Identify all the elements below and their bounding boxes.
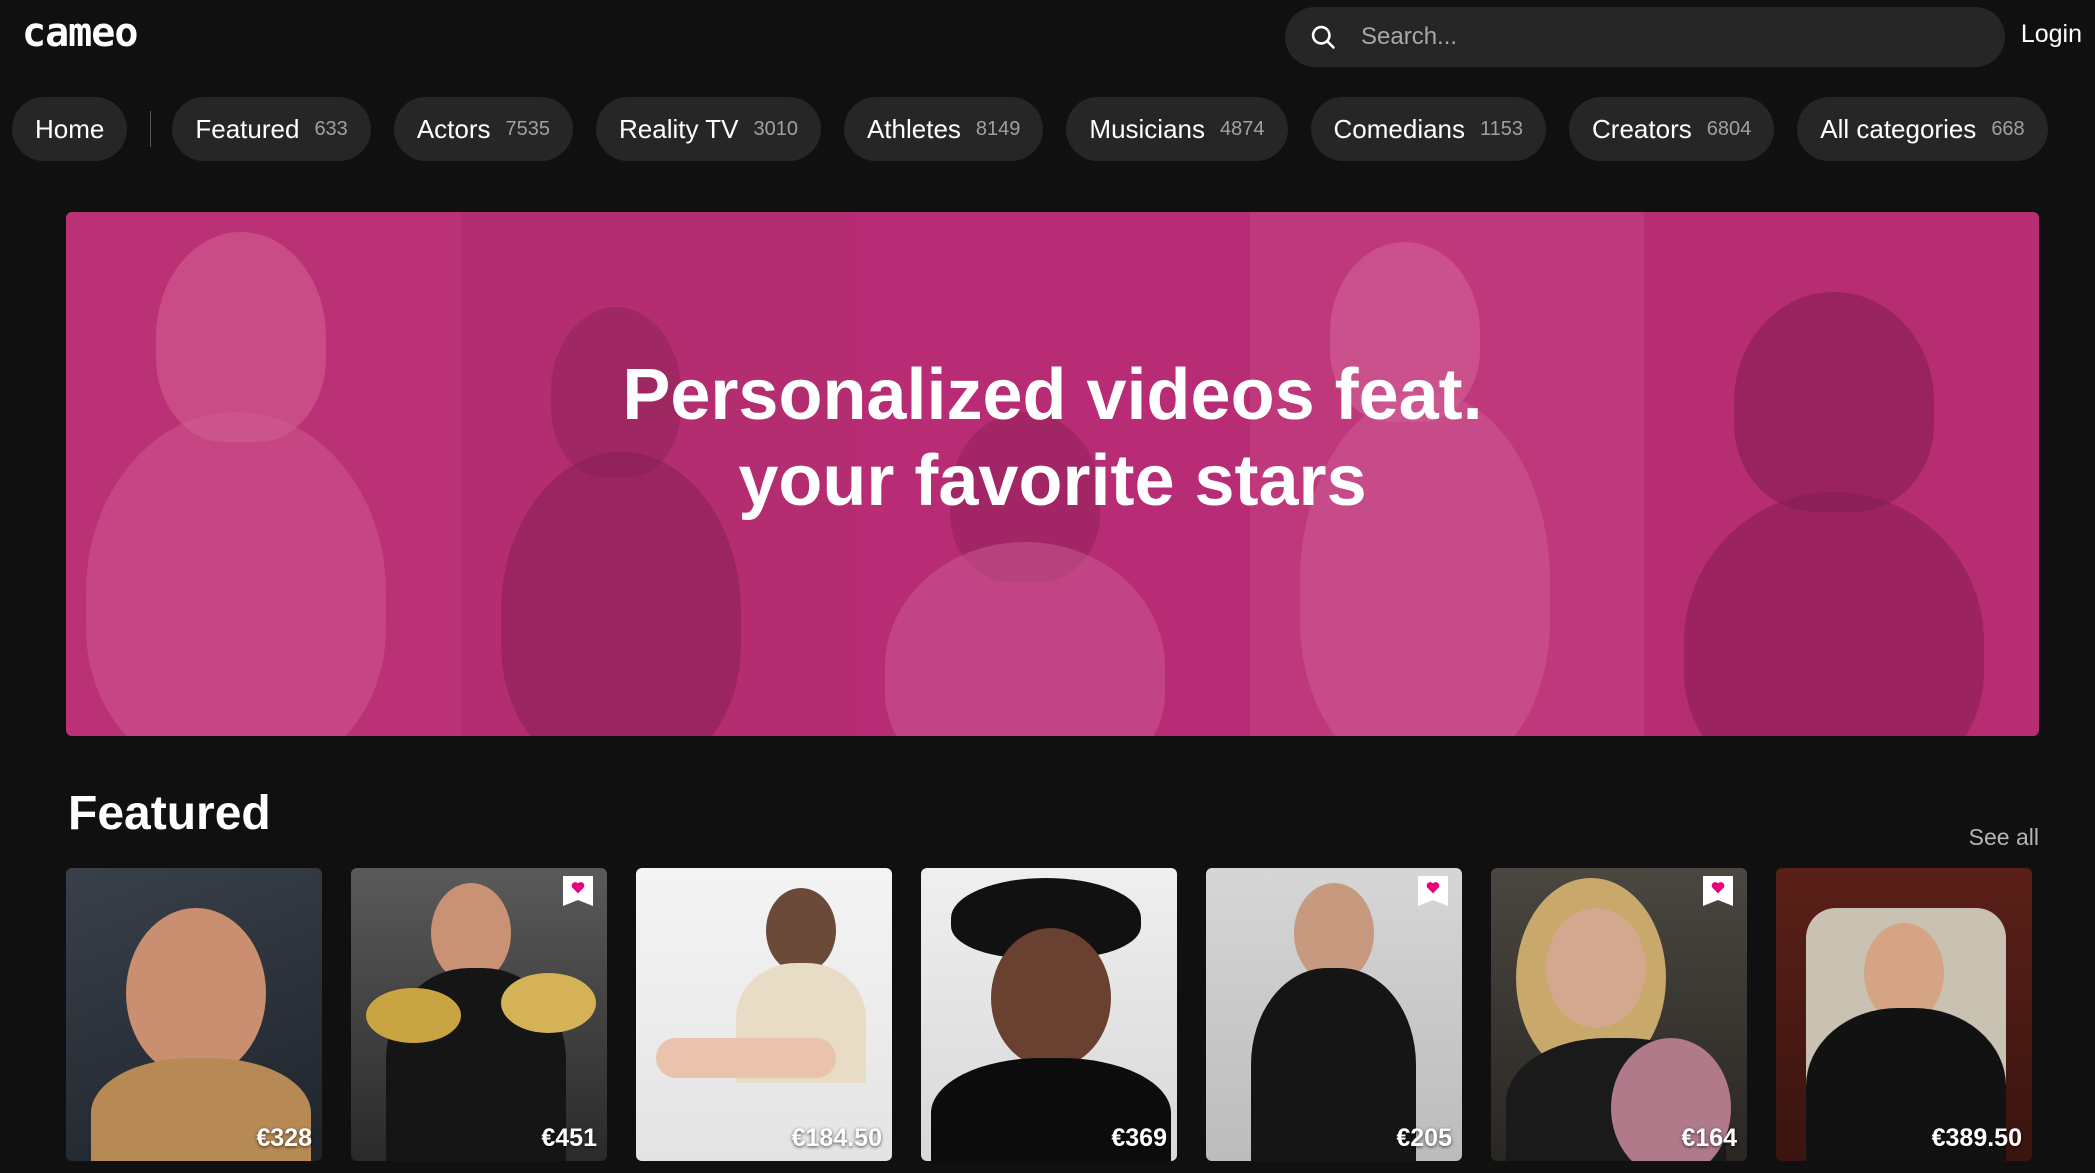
talent-price: €451 (541, 1124, 597, 1152)
category-nav: Home Featured 633 Actors 7535 Reality TV… (12, 97, 2071, 161)
talent-price: €164 (1681, 1124, 1737, 1152)
nav-category-count: 8149 (975, 117, 1021, 140)
nav-home[interactable]: Home (12, 97, 128, 161)
talent-card[interactable]: €389.50 (1776, 868, 2032, 1161)
heart-icon (571, 882, 585, 894)
talent-photo-head (1546, 908, 1646, 1028)
nav-category-label: Comedians (1333, 113, 1466, 144)
nav-category-label: Creators (1592, 113, 1692, 144)
talent-card[interactable]: €328 (66, 868, 322, 1161)
talent-card[interactable]: €164 (1491, 868, 1747, 1161)
talent-card[interactable]: €184.50 (636, 868, 892, 1161)
talent-card[interactable]: €369 (921, 868, 1177, 1161)
nav-category-featured[interactable]: Featured 633 (172, 97, 371, 161)
nav-category-label: Musicians (1089, 113, 1205, 144)
talent-price: €205 (1396, 1124, 1452, 1152)
nav-category-count: 7535 (505, 117, 551, 140)
see-all-link[interactable]: See all (1969, 824, 2039, 851)
talent-photo-head (126, 908, 266, 1078)
talent-price: €328 (256, 1124, 312, 1152)
nav-category-reality-tv[interactable]: Reality TV 3010 (596, 97, 821, 161)
nav-category-all[interactable]: All categories 668 (1797, 97, 2048, 161)
search-icon[interactable] (1293, 7, 1353, 67)
heart-icon (1426, 882, 1440, 894)
hero-title: Personalized videos feat. your favorite … (66, 352, 2039, 524)
nav-category-musicians[interactable]: Musicians 4874 (1066, 97, 1288, 161)
hero-title-line: Personalized videos feat. (622, 355, 1483, 435)
nav-category-label: Athletes (866, 113, 961, 144)
nav-category-count: 6804 (1706, 117, 1752, 140)
top-header: cameo Login (0, 0, 2095, 76)
nav-home-label: Home (35, 113, 105, 144)
nav-category-label: Actors (416, 113, 491, 144)
talent-photo-head (766, 888, 836, 973)
featured-card-row: €328 €451 €184.50 €369 €205 €164 €389.50 (66, 868, 2032, 1161)
nav-category-actors[interactable]: Actors 7535 (393, 97, 573, 161)
search-bar[interactable] (1285, 7, 2005, 67)
hero-banner[interactable]: Personalized videos feat. your favorite … (66, 212, 2039, 736)
talent-photo-body (1251, 968, 1416, 1161)
nav-category-comedians[interactable]: Comedians 1153 (1310, 97, 1547, 161)
nav-category-count: 633 (314, 117, 348, 140)
nav-category-athletes[interactable]: Athletes 8149 (843, 97, 1044, 161)
nav-category-creators[interactable]: Creators 6804 (1569, 97, 1775, 161)
nav-divider (150, 111, 152, 147)
talent-photo-cleat (501, 973, 596, 1033)
heart-icon (1711, 882, 1725, 894)
nav-category-count: 1153 (1480, 117, 1524, 140)
login-link[interactable]: Login (2021, 20, 2082, 49)
nav-category-count: 4874 (1220, 117, 1265, 140)
featured-section-title: Featured (68, 787, 271, 840)
cameo-logo[interactable]: cameo (22, 10, 138, 56)
talent-card[interactable]: €205 (1206, 868, 1462, 1161)
talent-card[interactable]: €451 (351, 868, 607, 1161)
nav-category-label: Reality TV (619, 113, 739, 144)
talent-price: €389.50 (1931, 1124, 2022, 1152)
nav-category-count: 3010 (753, 117, 798, 140)
talent-photo-legs (656, 1038, 836, 1078)
talent-photo-head (991, 928, 1111, 1068)
talent-price: €369 (1111, 1124, 1167, 1152)
talent-price: €184.50 (791, 1124, 882, 1152)
nav-category-count: 668 (1991, 117, 2025, 140)
search-input[interactable] (1353, 7, 2005, 67)
nav-category-label: Featured (195, 113, 300, 144)
hero-title-line: your favorite stars (738, 441, 1367, 521)
nav-category-label: All categories (1820, 113, 1977, 144)
talent-photo-cleat (366, 988, 461, 1043)
